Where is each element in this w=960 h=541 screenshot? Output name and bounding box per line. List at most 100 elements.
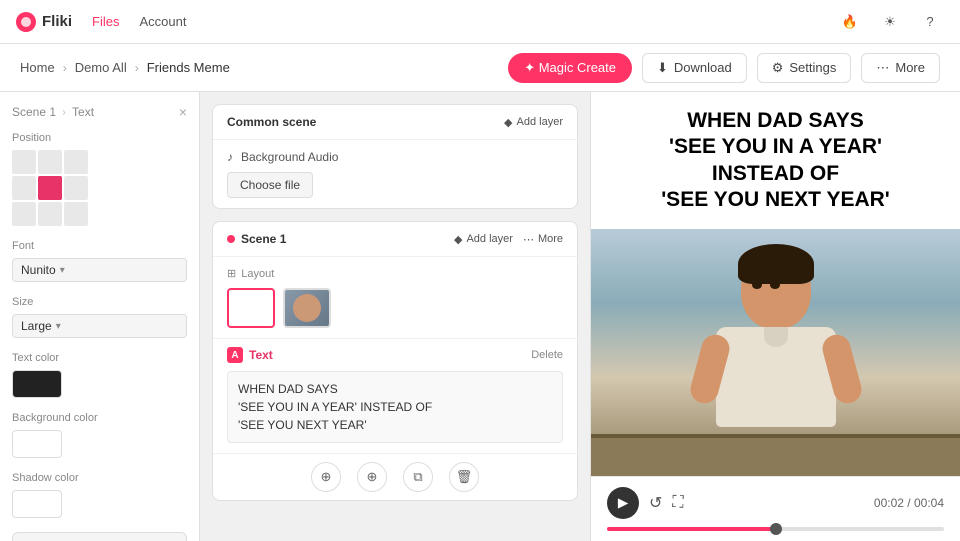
position-label: Position <box>12 132 187 144</box>
breadcrumb-actions: ✦ Magic Create ⬇ Download ⚙ Settings ⋯ M… <box>508 53 940 83</box>
layout-thumb-blank[interactable] <box>227 288 275 328</box>
magic-create-button[interactable]: ✦ Magic Create <box>508 53 632 83</box>
text-label: Text <box>72 105 94 119</box>
text-layer-header: A Text Delete <box>213 339 577 371</box>
progress-thumb <box>770 523 782 535</box>
font-value: Nunito <box>21 263 56 277</box>
pos-mid-left[interactable] <box>12 176 36 200</box>
scene1-title-group: Scene 1 <box>227 232 286 246</box>
more-dots-icon: ⋯ <box>876 60 889 76</box>
position-section: Position <box>12 132 187 226</box>
scene-indicator <box>227 235 235 243</box>
settings-icon: ⚙ <box>772 60 784 76</box>
pos-bot-left[interactable] <box>12 202 36 226</box>
common-add-layer-button[interactable]: ◆ Add layer <box>504 116 563 129</box>
replay-button[interactable]: ↺ <box>649 493 662 513</box>
layout-section: ⊞ Layout <box>213 257 577 338</box>
pos-top-left[interactable] <box>12 150 36 174</box>
panel-header: Scene 1 › Text × <box>12 104 187 120</box>
scene1-title: Scene 1 <box>241 232 286 246</box>
breadcrumb-demo-all[interactable]: Demo All <box>75 60 127 75</box>
duplicate-icon: ⧉ <box>413 469 422 485</box>
size-chevron-icon: ▾ <box>56 321 61 332</box>
play-icon: ▶ <box>618 495 628 511</box>
pos-bot-center[interactable] <box>38 202 62 226</box>
help-icon[interactable]: ? <box>916 8 944 36</box>
duplicate-button[interactable]: ⧉ <box>403 462 433 492</box>
delete-button[interactable]: 🗑 <box>449 462 479 492</box>
progress-bar[interactable] <box>607 527 944 531</box>
bg-color-section: Background color <box>12 412 187 458</box>
shadow-color-swatch[interactable] <box>12 490 62 518</box>
panel-sep: › <box>62 105 66 119</box>
preview-area: WHEN DAD SAYS 'SEE YOU IN A YEAR' INSTEA… <box>591 92 960 476</box>
pos-bot-right[interactable] <box>64 202 88 226</box>
breadcrumb-home[interactable]: Home <box>20 60 55 75</box>
breadcrumb-sep-2: › <box>135 61 139 75</box>
font-label: Font <box>12 240 187 252</box>
layout-label: ⊞ Layout <box>227 267 563 280</box>
app-name: Fliki <box>42 13 72 30</box>
sun-icon[interactable]: ☀ <box>876 8 904 36</box>
breadcrumb-current: Friends Meme <box>147 60 230 75</box>
font-select[interactable]: Nunito ▾ <box>12 258 187 282</box>
right-panel: WHEN DAD SAYS 'SEE YOU IN A YEAR' INSTEA… <box>590 92 960 541</box>
nav-files[interactable]: Files <box>92 14 119 29</box>
bg-audio-label-row: ♪ Background Audio <box>227 150 563 164</box>
text-content-box[interactable]: WHEN DAD SAYS 'SEE YOU IN A YEAR' INSTEA… <box>227 371 563 443</box>
scene1-card: Scene 1 ◆ Add layer ⋯ More ⊞ Layout <box>212 221 578 501</box>
scene1-add-layer-button[interactable]: ◆ Add layer <box>454 233 513 246</box>
download-button[interactable]: ⬇ Download <box>642 53 747 83</box>
text-layer-label: A Text <box>227 347 273 363</box>
pos-mid-right[interactable] <box>64 176 88 200</box>
meme-text-area: WHEN DAD SAYS 'SEE YOU IN A YEAR' INSTEA… <box>591 92 960 229</box>
settings-button[interactable]: ⚙ Settings <box>757 53 852 83</box>
common-scene-title: Common scene <box>227 115 316 129</box>
fullscreen-button[interactable]: ⛶ <box>672 494 683 512</box>
size-select[interactable]: Large ▾ <box>12 314 187 338</box>
bg-color-label: Background color <box>12 412 187 424</box>
apply-to-layers-button[interactable]: ◨ Apply to similar layers <box>12 532 187 541</box>
shadow-color-section: Shadow color <box>12 472 187 518</box>
joey-figure <box>686 239 866 439</box>
size-section: Size Large ▾ <box>12 296 187 338</box>
diamond-icon: ◆ <box>504 116 512 129</box>
trash-icon: 🗑 <box>456 469 473 485</box>
fire-icon[interactable]: 🔥 <box>836 8 864 36</box>
pos-mid-center[interactable] <box>38 176 62 200</box>
layer-actions: ⊕ ⊕ ⧉ 🗑 <box>213 453 577 500</box>
voice-icon: ⊕ <box>367 469 378 485</box>
breadcrumb-sep-1: › <box>63 61 67 75</box>
more-button[interactable]: ⋯ More <box>861 53 940 83</box>
replay-icon: ↺ <box>649 493 662 513</box>
music-note-icon: ♪ <box>227 150 233 164</box>
font-section: Font Nunito ▾ <box>12 240 187 282</box>
progress-fill <box>607 527 776 531</box>
choose-file-button[interactable]: Choose file <box>227 172 313 198</box>
main-layout: Scene 1 › Text × Position Font <box>0 92 960 541</box>
position-grid <box>12 150 187 226</box>
add-scene-button[interactable]: ⊕ <box>311 462 341 492</box>
layout-thumb-image[interactable] <box>283 288 331 328</box>
layout-thumbnails <box>227 288 563 328</box>
add-circle-icon: ⊕ <box>321 469 332 485</box>
add-layer-icon: ◆ <box>454 233 462 246</box>
center-panel: Common scene ◆ Add layer ♪ Background Au… <box>200 92 590 541</box>
text-color-swatch[interactable] <box>12 370 62 398</box>
add-voice-button[interactable]: ⊕ <box>357 462 387 492</box>
nav-account[interactable]: Account <box>139 14 186 29</box>
delete-layer-button[interactable]: Delete <box>531 349 563 361</box>
time-display: 00:02 / 00:04 <box>874 496 944 510</box>
video-controls: ▶ ↺ ⛶ 00:02 / 00:04 <box>591 476 960 541</box>
pos-top-right[interactable] <box>64 150 88 174</box>
app-logo[interactable]: Fliki <box>16 12 72 32</box>
text-color-label: Text color <box>12 352 187 364</box>
play-button[interactable]: ▶ <box>607 487 639 519</box>
scene1-header: Scene 1 ◆ Add layer ⋯ More <box>213 222 577 257</box>
pos-top-center[interactable] <box>38 150 62 174</box>
common-scene-header: Common scene ◆ Add layer <box>213 105 577 140</box>
close-icon[interactable]: × <box>179 104 187 120</box>
bg-color-swatch[interactable] <box>12 430 62 458</box>
scene1-more-button[interactable]: ⋯ More <box>523 233 563 246</box>
text-layer: A Text Delete WHEN DAD SAYS 'SEE YOU IN … <box>213 338 577 443</box>
